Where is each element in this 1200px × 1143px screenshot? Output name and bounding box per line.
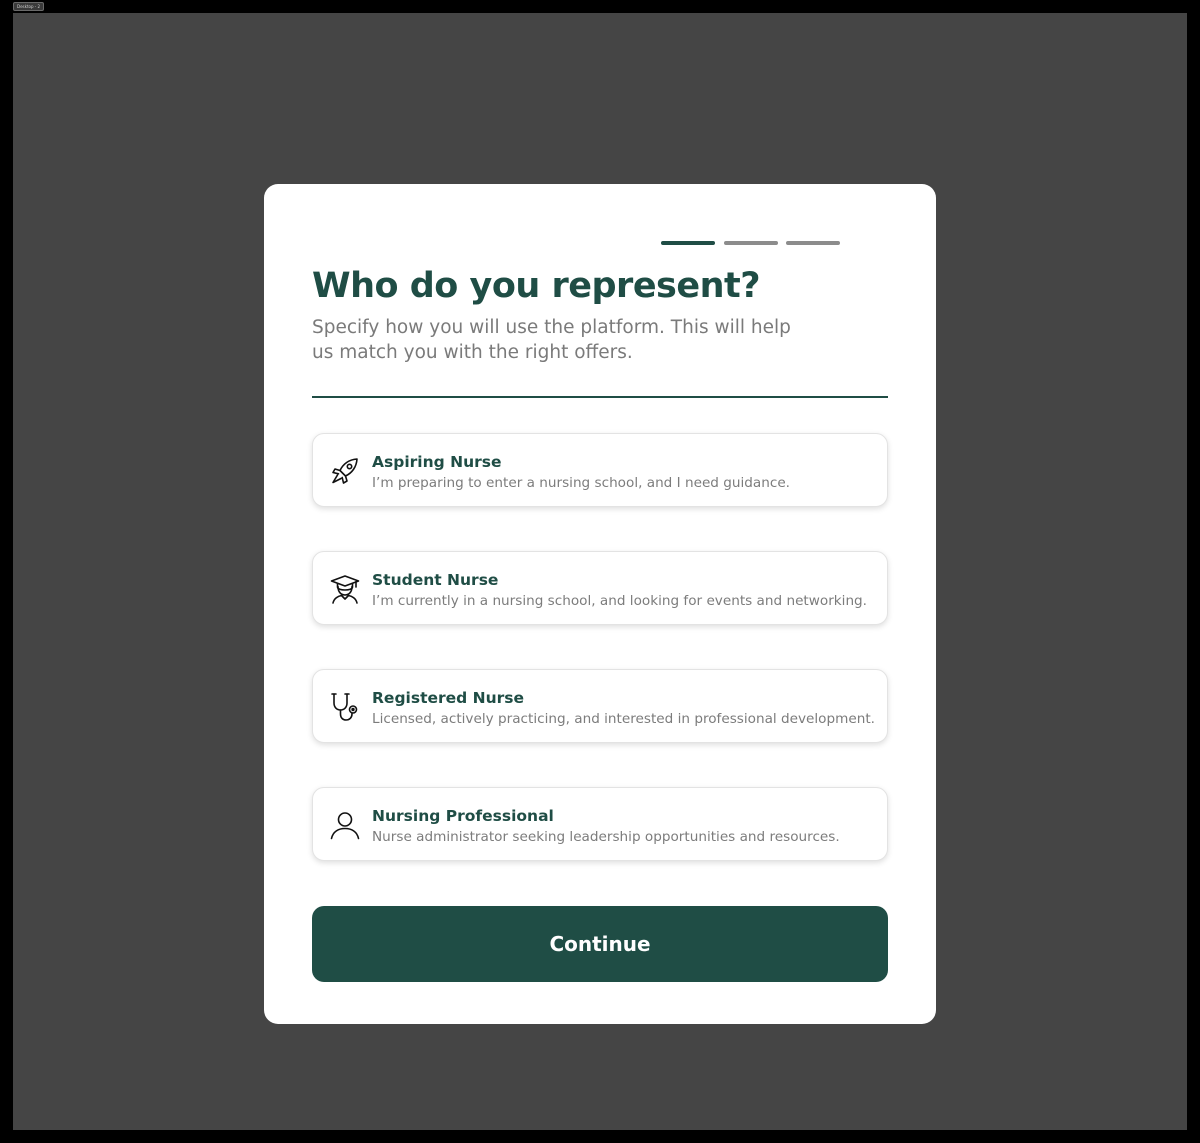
option-title: Nursing Professional [372,807,554,825]
progress-step-3 [786,241,840,245]
progress-step-2 [724,241,778,245]
option-description: Licensed, actively practicing, and inter… [372,711,876,727]
option-description: I’m currently in a nursing school, and l… [372,593,868,609]
option-description: I’m preparing to enter a nursing school,… [372,475,791,491]
divider [312,396,888,398]
progress-steps [661,241,841,245]
user-icon [329,809,361,841]
page-subtitle: Specify how you will use the platform. T… [312,317,791,363]
page-title: Who do you represent? [312,266,761,306]
onboarding-modal: Who do you represent? Specify how you wi… [264,184,936,1024]
progress-step-1 [661,241,715,245]
frame-label: Desktop - 2 [13,2,45,11]
option-title: Student Nurse [372,571,499,589]
rocket-icon [329,455,361,487]
option-title: Aspiring Nurse [372,453,502,471]
option-nursing-professional[interactable]: Nursing Professional Nurse administrator… [312,787,888,861]
stethoscope-icon [329,691,361,723]
option-aspiring-nurse[interactable]: Aspiring Nurse I’m preparing to enter a … [312,433,888,507]
option-title: Registered Nurse [372,689,525,707]
option-student-nurse[interactable]: Student Nurse I’m currently in a nursing… [312,551,888,625]
continue-button[interactable]: Continue [312,906,888,982]
graduate-icon [329,573,361,605]
option-description: Nurse administrator seeking leadership o… [372,829,840,845]
option-registered-nurse[interactable]: Registered Nurse Licensed, actively prac… [312,669,888,743]
